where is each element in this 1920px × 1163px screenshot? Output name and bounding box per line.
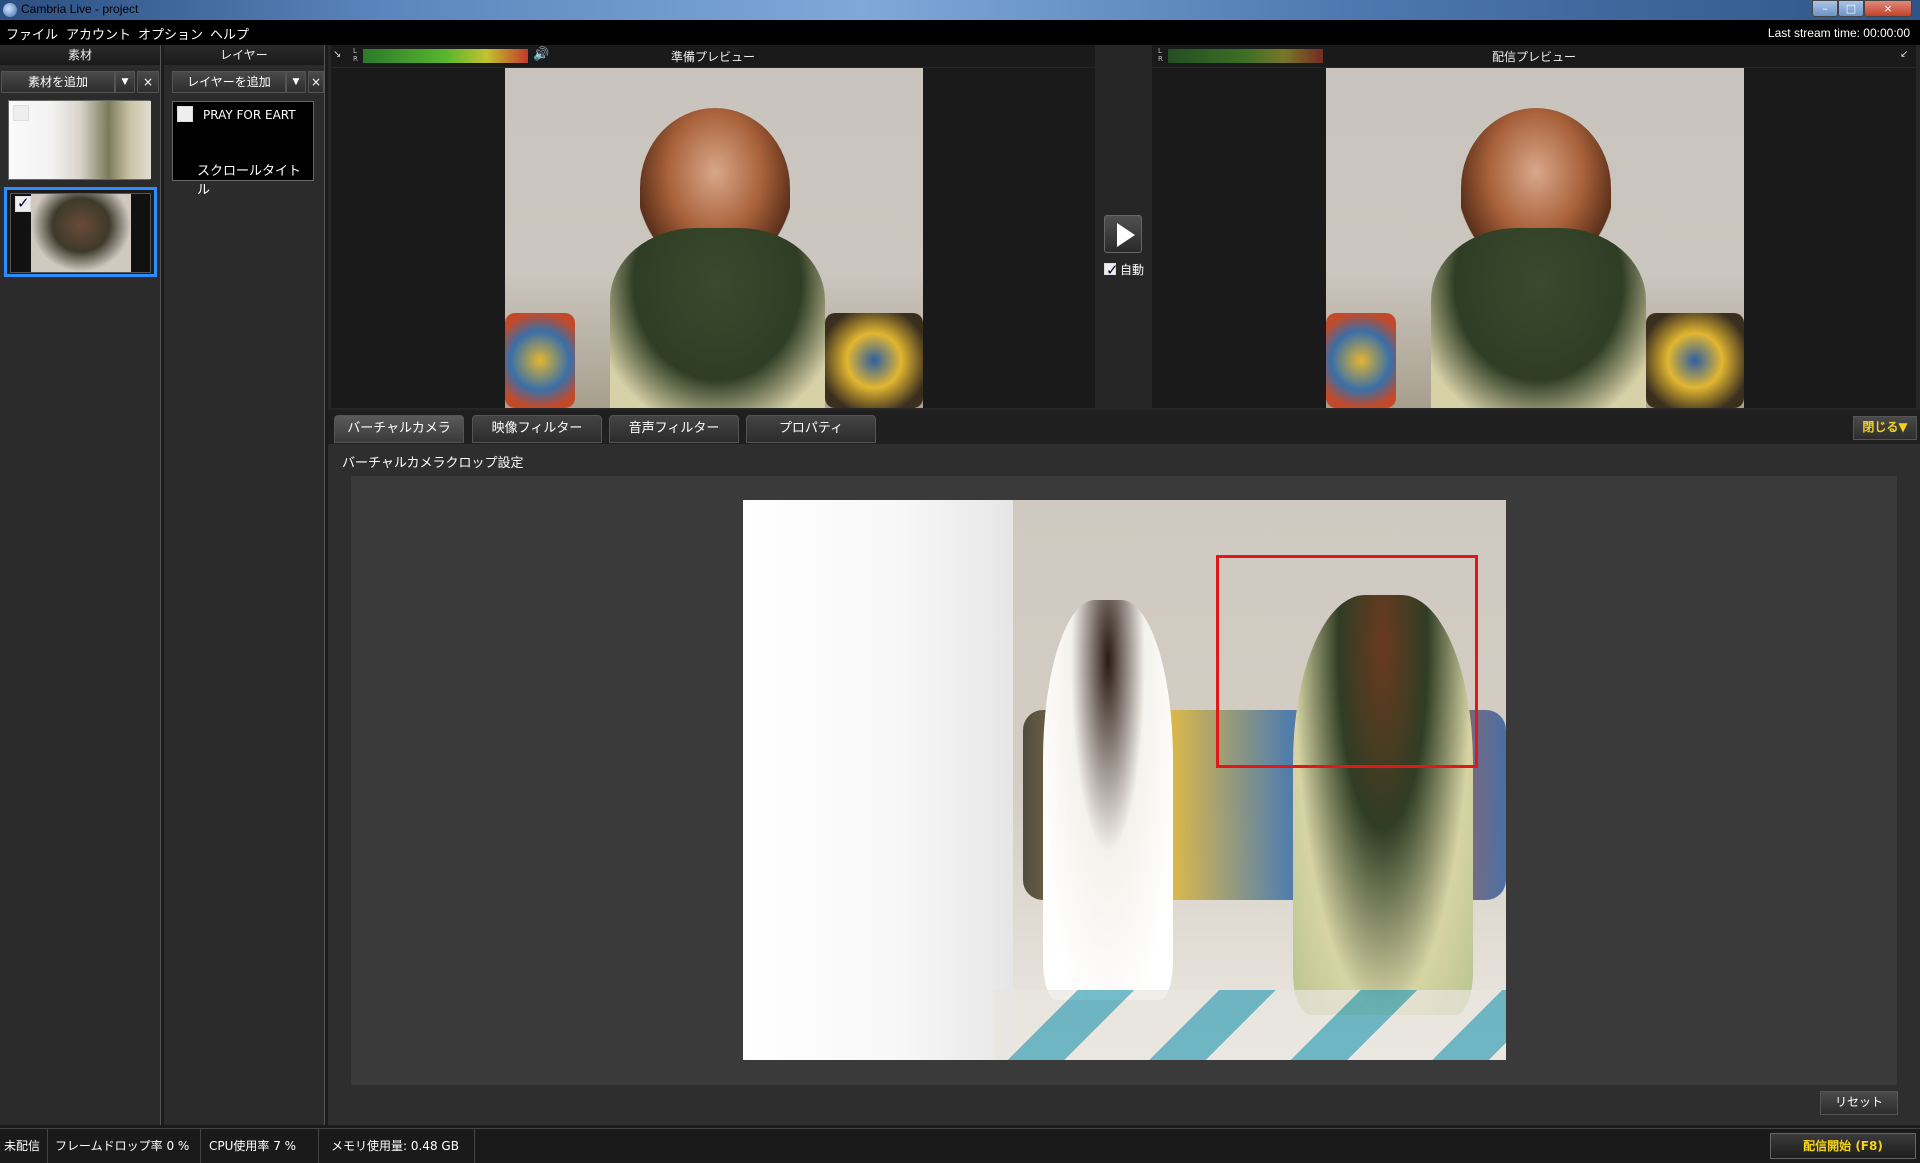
cushion-left (1326, 313, 1396, 408)
program-video (1152, 68, 1916, 408)
app-icon (3, 3, 17, 17)
source-thumbnail-image (9, 101, 151, 179)
source-thumbnail-2 (10, 193, 151, 273)
memory-usage: メモリ使用量: 0.48 GB (331, 1139, 459, 1153)
add-layer-dropdown-icon[interactable]: ▼ (286, 71, 306, 93)
status-bar: 未配信 フレームドロップ率 0 % CPU使用率 7 % メモリ使用量: 0.4… (0, 1128, 1920, 1163)
status-separator (47, 1129, 48, 1163)
add-source-dropdown-icon[interactable]: ▼ (115, 71, 135, 93)
start-stream-button[interactable]: 配信開始 (F8) (1770, 1133, 1916, 1159)
stream-status: 未配信 (4, 1139, 41, 1153)
menu-account[interactable]: アカウント (66, 24, 131, 43)
menu-file[interactable]: ファイル (6, 24, 58, 43)
sources-header: 素材 (0, 45, 160, 65)
source-1-checkbox[interactable] (13, 105, 29, 121)
layers-header: レイヤー (164, 45, 324, 65)
program-image (1326, 68, 1744, 408)
program-collapse-icon[interactable]: ↙ (1900, 49, 1914, 63)
crop-settings-panel: バーチャルカメラクロップ設定 リセット (328, 444, 1920, 1125)
reset-button[interactable]: リセット (1820, 1091, 1898, 1115)
title-bar: Cambria Live - project – □ × (0, 0, 1920, 20)
program-header: LR 配信プレビュー ↙ (1152, 45, 1916, 67)
transition-play-button[interactable] (1104, 215, 1142, 253)
layer-checkbox[interactable] (177, 106, 193, 122)
frame-drop-rate: フレームドロップ率 0 % (55, 1139, 190, 1153)
preview-header: ↘ LR 🔊 準備プレビュー (331, 45, 1095, 67)
curtain (743, 500, 1013, 1060)
source-selected-frame[interactable] (4, 187, 157, 277)
cushion-right (1646, 313, 1744, 408)
source-thumbnail-1[interactable] (8, 100, 151, 180)
person-body (610, 228, 825, 408)
tab-audio-filter[interactable]: 音声フィルター (609, 415, 739, 443)
status-separator (318, 1129, 319, 1163)
layer-title: PRAY FOR EART (203, 108, 296, 122)
add-layer-button[interactable]: レイヤーを追加 (172, 71, 286, 93)
preview-image (505, 68, 923, 408)
layer-item[interactable]: PRAY FOR EART スクロールタイトル (172, 101, 314, 198)
close-icon[interactable]: × (1864, 0, 1912, 17)
cpu-usage: CPU使用率 7 % (209, 1139, 297, 1153)
play-icon (1117, 223, 1135, 247)
minimize-icon[interactable]: – (1812, 0, 1838, 17)
menu-help[interactable]: ヘルプ (210, 24, 249, 43)
transition-column: 自動 (1098, 45, 1148, 408)
source-2-checkbox[interactable] (15, 194, 31, 212)
crop-canvas (351, 476, 1897, 1085)
tab-video-filter[interactable]: 映像フィルター (472, 415, 602, 443)
preview-title: 準備プレビュー (670, 50, 755, 64)
tab-properties[interactable]: プロパティ (746, 415, 876, 443)
maximize-icon[interactable]: □ (1838, 0, 1864, 17)
auto-transition-checkbox[interactable] (1104, 261, 1119, 279)
person-body (1431, 228, 1646, 408)
crop-region-rectangle[interactable] (1216, 555, 1478, 768)
menu-bar: ファイル アカウント オプション ヘルプ Last stream time: 0… (0, 20, 1920, 45)
last-stream-time: Last stream time: 00:00:00 (1767, 26, 1910, 40)
auto-transition-label: 自動 (1120, 263, 1145, 277)
person-left (1043, 600, 1173, 1000)
preview-video[interactable] (331, 68, 1095, 408)
crop-settings-title: バーチャルカメラクロップ設定 (342, 456, 524, 471)
status-separator (474, 1129, 475, 1163)
tab-virtual-camera[interactable]: バーチャルカメラ (334, 415, 464, 443)
layer-subtitle: スクロールタイトル (197, 164, 302, 198)
program-title: 配信プレビュー (1491, 50, 1576, 64)
close-panel-button[interactable]: 閉じる▼ (1853, 416, 1917, 440)
tiled-floor (993, 990, 1506, 1060)
layers-panel: レイヤー レイヤーを追加 ▼ × PRAY FOR EART スクロールタイトル (164, 45, 325, 1125)
sources-panel: 素材 素材を追加 ▼ × (0, 45, 161, 1125)
cushion-right (825, 313, 923, 408)
window-title: Cambria Live - project (21, 2, 139, 16)
cushion-left (505, 313, 575, 408)
remove-layer-icon[interactable]: × (308, 71, 324, 93)
menu-options[interactable]: オプション (138, 24, 203, 43)
status-separator (200, 1129, 201, 1163)
remove-source-icon[interactable]: × (137, 71, 159, 93)
crop-source-image[interactable] (743, 500, 1506, 1060)
source-thumbnail-image (31, 194, 131, 272)
add-source-button[interactable]: 素材を追加 (1, 71, 115, 93)
